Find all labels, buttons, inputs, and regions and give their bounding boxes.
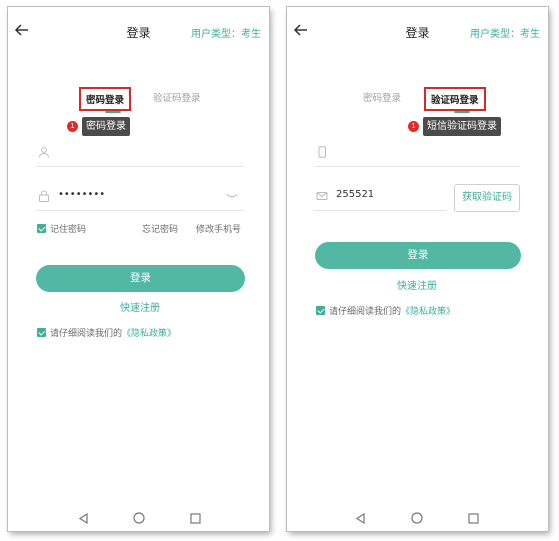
tab-sms-login[interactable]: 验证码登录 xyxy=(153,90,201,104)
callout-label: 短信验证码登录 xyxy=(423,117,501,136)
privacy-checkbox[interactable] xyxy=(37,328,46,337)
nav-home-icon[interactable] xyxy=(411,512,423,524)
forgot-password-link[interactable]: 忘记密码 xyxy=(142,222,178,235)
eye-closed-icon[interactable] xyxy=(226,193,238,199)
remember-checkbox[interactable] xyxy=(37,224,46,233)
tab-sms-login[interactable]: 验证码登录 xyxy=(424,87,486,111)
remember-password-label: 记住密码 xyxy=(50,225,87,235)
tab-password-login[interactable]: 密码登录 xyxy=(363,90,401,104)
lock-icon xyxy=(39,190,49,202)
privacy-prefix: 请仔细阅读我们的 xyxy=(329,307,402,317)
system-nav-bar xyxy=(8,505,269,531)
mail-icon xyxy=(316,192,328,200)
login-button[interactable]: 登录 xyxy=(315,242,521,269)
password-value: •••••••• xyxy=(58,189,106,200)
phone-icon xyxy=(318,146,326,158)
privacy-prefix: 请仔细阅读我们的 xyxy=(50,329,123,339)
login-button[interactable]: 登录 xyxy=(36,265,245,292)
active-tab-indicator xyxy=(105,111,121,113)
nav-recents-icon[interactable] xyxy=(190,513,201,524)
verification-code-value: 255521 xyxy=(336,189,375,200)
header: 登录 用户类型：考生 xyxy=(287,7,548,57)
verification-code-field[interactable]: 255521 xyxy=(314,184,446,211)
nav-back-icon[interactable] xyxy=(78,513,89,524)
privacy-policy-link[interactable]: 《隐私政策》 xyxy=(122,329,176,339)
quick-register-link[interactable]: 快速注册 xyxy=(397,277,437,292)
username-field[interactable] xyxy=(36,140,244,167)
quick-register-link[interactable]: 快速注册 xyxy=(120,299,160,314)
phone-screen-sms-login: 登录 用户类型：考生 密码登录 验证码登录 1 短信验证码登录 255521 获… xyxy=(287,7,548,531)
privacy-checkbox[interactable] xyxy=(316,306,325,315)
callout-badge: 1 xyxy=(67,121,78,132)
change-phone-link[interactable]: 修改手机号 xyxy=(196,222,241,235)
privacy-agreement: 请仔细阅读我们的《隐私政策》 xyxy=(329,304,455,317)
user-icon xyxy=(39,147,49,158)
user-type-selector[interactable]: 用户类型：考生 xyxy=(191,25,261,40)
get-code-button[interactable]: 获取验证码 xyxy=(454,184,520,212)
callout-badge: 1 xyxy=(408,121,419,132)
privacy-policy-link[interactable]: 《隐私政策》 xyxy=(401,307,455,317)
tab-password-login[interactable]: 密码登录 xyxy=(79,87,132,111)
privacy-agreement: 请仔细阅读我们的《隐私政策》 xyxy=(50,326,176,339)
callout-label: 密码登录 xyxy=(82,117,130,136)
password-field[interactable]: •••••••• xyxy=(36,184,244,211)
user-type-selector[interactable]: 用户类型：考生 xyxy=(470,25,540,40)
header: 登录 用户类型：考生 xyxy=(8,7,269,57)
nav-recents-icon[interactable] xyxy=(468,513,479,524)
nav-home-icon[interactable] xyxy=(133,512,145,524)
nav-back-icon[interactable] xyxy=(355,513,366,524)
system-nav-bar xyxy=(287,505,548,531)
phone-number-field[interactable] xyxy=(314,140,520,167)
active-tab-indicator xyxy=(454,111,470,113)
phone-screen-password-login: 登录 用户类型：考生 密码登录 验证码登录 1 密码登录 •••••••• 记住… xyxy=(8,7,269,531)
